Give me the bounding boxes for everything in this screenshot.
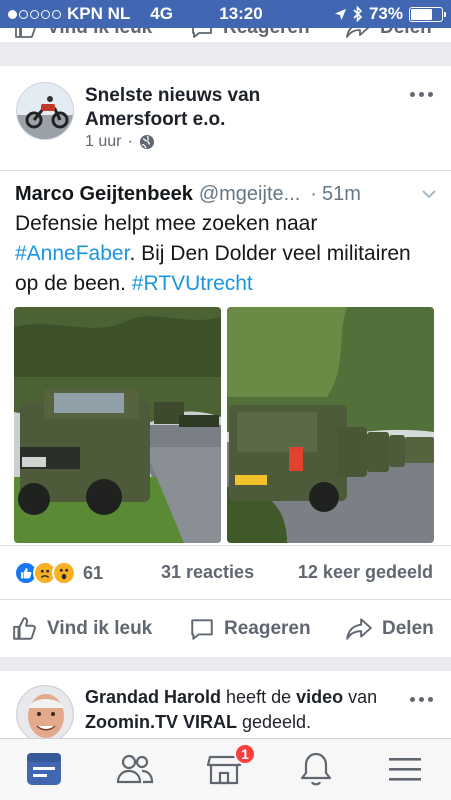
comment-icon	[192, 28, 212, 38]
comments-count[interactable]: 31 reacties	[161, 562, 254, 583]
comment-icon	[191, 619, 213, 640]
previous-like-button[interactable]: Vind ik leuk	[14, 28, 152, 40]
friends-icon	[116, 754, 154, 784]
comment-button[interactable]: Reageren	[189, 616, 311, 642]
post-stats: 61 31 reacties 12 keer gedeeld	[0, 546, 451, 600]
news-feed-icon	[27, 753, 61, 785]
page-avatar[interactable]	[16, 82, 74, 140]
reactions-count: 61	[83, 562, 104, 583]
post-options-icon[interactable]	[410, 92, 433, 97]
marketplace-badge: 1	[234, 743, 256, 765]
military-vehicle-photo	[14, 307, 221, 543]
battery-icon	[409, 6, 446, 22]
previous-like-label: Vind ik leuk	[47, 28, 152, 39]
tweet-handle[interactable]: @mgeijte...	[199, 183, 300, 206]
tab-news-feed[interactable]	[24, 749, 64, 789]
previous-share-label: Delen	[380, 28, 432, 39]
user-avatar[interactable]	[16, 685, 74, 738]
previous-post-action-bar: Vind ik leuk Reageren Delen	[0, 28, 451, 42]
share-button[interactable]: Delen	[345, 616, 434, 642]
post-meta: 1 uur ·	[85, 133, 155, 151]
tab-marketplace[interactable]: 1	[204, 743, 256, 789]
page-name[interactable]: Snelste nieuws van Amersfoort e.o.	[85, 84, 335, 132]
tweet-author[interactable]: Marco Geijtenbeek	[15, 183, 193, 206]
wow-reaction-icon	[52, 561, 76, 585]
actor-link[interactable]: Grandad Harold	[85, 687, 221, 707]
profile-photo	[17, 686, 73, 738]
post-time[interactable]: 1 uur	[85, 133, 121, 151]
tweet-header: Marco Geijtenbeek @mgeijte... · 51m	[15, 183, 440, 206]
thumbs-up-icon	[15, 28, 36, 38]
embedded-tweet[interactable]: Marco Geijtenbeek @mgeijte... · 51m Defe…	[0, 170, 451, 546]
globe-icon	[139, 135, 154, 149]
location-arrow-icon	[334, 8, 347, 20]
status-bar: KPN NL 4G 13:20 73%	[0, 0, 451, 28]
battery-percent: 73%	[368, 4, 403, 23]
thumbs-up-icon	[13, 617, 36, 640]
like-label: Vind ik leuk	[47, 618, 153, 639]
reactions-summary[interactable]: 61	[14, 561, 103, 585]
share-description: Grandad Harold heeft de video van Zoomin…	[85, 687, 378, 732]
carrier-label: KPN NL	[67, 4, 131, 23]
previous-comment-label: Reageren	[223, 28, 310, 39]
signal-strength-icon	[8, 9, 61, 19]
hashtag-link[interactable]: #RTVUtrecht	[132, 272, 253, 295]
tweet-photo[interactable]	[14, 307, 221, 543]
tweet-photo[interactable]	[227, 307, 434, 543]
share-label: Delen	[382, 618, 434, 639]
previous-comment-button[interactable]: Reageren	[190, 28, 310, 40]
military-convoy-photo	[227, 307, 434, 543]
chevron-down-icon[interactable]	[420, 185, 438, 203]
bluetooth-icon	[353, 6, 363, 22]
tweet-text: Defensie helpt mee zoeken naar #AnneFabe…	[15, 209, 435, 299]
bottom-tab-bar: 1	[0, 738, 451, 800]
like-button[interactable]: Vind ik leuk	[12, 616, 152, 642]
hashtag-link[interactable]: #AnneFaber	[15, 242, 129, 265]
hamburger-menu-icon	[389, 758, 421, 781]
shares-count[interactable]: 12 keer gedeeld	[298, 562, 433, 583]
bell-icon	[300, 752, 332, 786]
comment-label: Reageren	[224, 618, 311, 639]
post-action-bar: Vind ik leuk Reageren Delen	[0, 601, 451, 657]
share-arrow-icon	[346, 28, 370, 38]
share-arrow-icon	[346, 618, 372, 640]
post-options-icon[interactable]	[410, 697, 433, 702]
tab-friends[interactable]	[115, 749, 155, 789]
post-header: Snelste nieuws van Amersfoort e.o. 1 uur…	[0, 66, 451, 170]
motorcycle-image	[17, 83, 73, 139]
video-link[interactable]: video	[296, 687, 343, 707]
tab-notifications[interactable]	[296, 749, 336, 789]
previous-share-button[interactable]: Delen	[345, 28, 432, 40]
tweet-text-part: Defensie helpt mee zoeken naar	[15, 212, 318, 235]
next-feed-post: Grandad Harold heeft de video van Zoomin…	[0, 671, 451, 738]
tweet-photos	[14, 307, 434, 543]
tweet-time-separator: ·	[310, 183, 317, 205]
source-page-link[interactable]: Zoomin.TV VIRAL	[85, 712, 237, 732]
tweet-time[interactable]: 51m	[322, 183, 361, 206]
tab-menu[interactable]	[385, 749, 425, 789]
feed-post: Snelste nieuws van Amersfoort e.o. 1 uur…	[0, 66, 451, 657]
clock: 13:20	[219, 4, 263, 23]
